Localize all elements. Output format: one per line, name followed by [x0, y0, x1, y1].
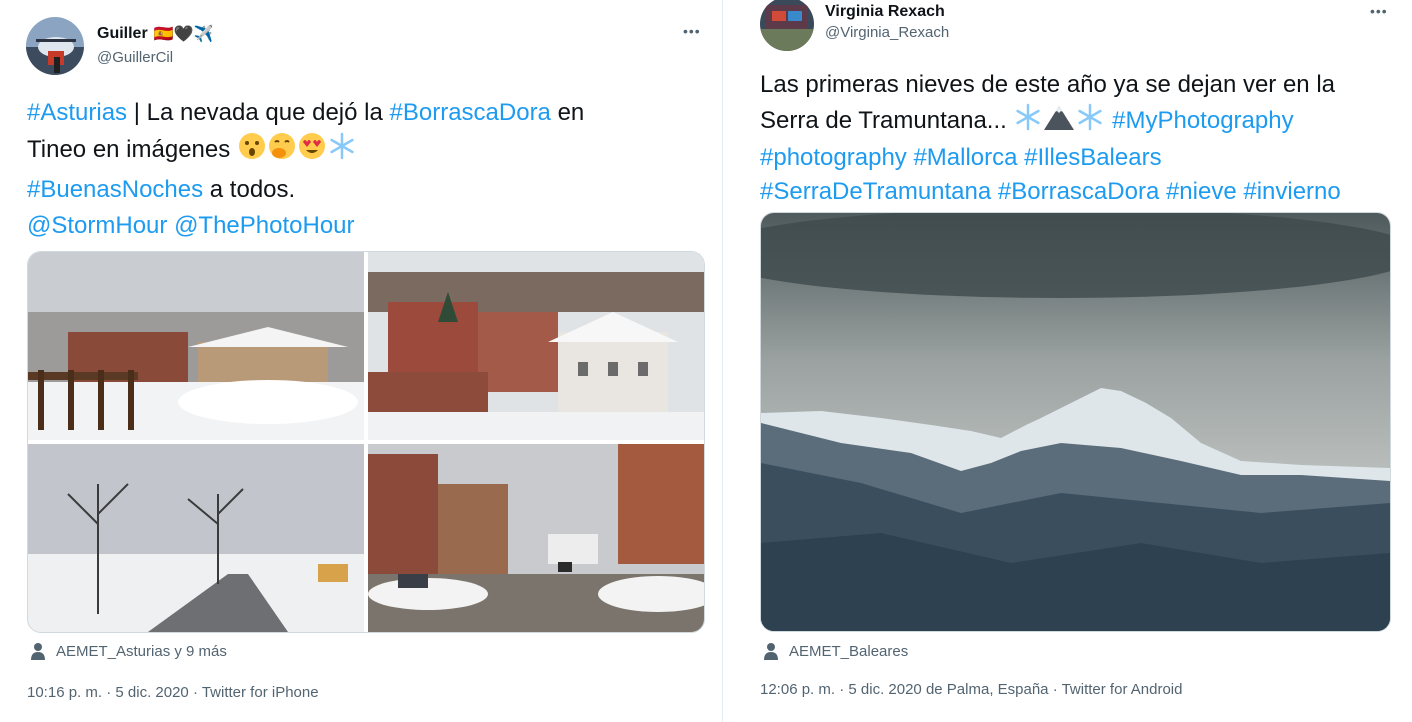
user-handle[interactable]: @Virginia_Rexach [825, 24, 949, 41]
photo-snowy-road-trees[interactable] [28, 444, 364, 632]
tweet-meta: 12:06 p. m. · 5 dic. 2020 de Palma, Espa… [760, 681, 1183, 698]
surprised-face-icon [237, 131, 267, 172]
hashtags-line-4[interactable]: #SerraDeTramuntana #BorrascaDora #nieve … [760, 175, 1405, 209]
mountain-icon [1043, 102, 1075, 142]
more-dots-icon[interactable]: ••• [683, 23, 701, 39]
tweet-date-link[interactable]: 5 dic. 2020 de Palma, España [848, 681, 1048, 698]
avatar[interactable] [26, 17, 84, 75]
photo-snowy-fence-houses[interactable] [28, 252, 364, 440]
photo-snowy-mountains[interactable] [760, 212, 1391, 632]
display-name[interactable]: Guiller 🇪🇸🖤✈️ [97, 24, 213, 44]
photo-snowy-street-cars[interactable] [368, 444, 704, 632]
heart-eyes-face-icon [297, 131, 327, 172]
mention-stormhour[interactable]: @StormHour [27, 212, 167, 239]
person-icon [30, 642, 46, 660]
user-handle[interactable]: @GuillerCil [97, 49, 173, 66]
hashtags-line-3[interactable]: #photography #Mallorca #IllesBalears [760, 141, 1405, 175]
tweet-virginia: Virginia Rexach @Virginia_Rexach ••• Las… [723, 0, 1412, 722]
tweet-source: Twitter for iPhone [201, 684, 319, 701]
tweet-source: Twitter for Android [1061, 681, 1183, 698]
tweet-time-link[interactable]: 10:16 p. m. [27, 684, 102, 701]
tagged-users[interactable]: AEMET_Asturias y 9 más [30, 642, 227, 660]
tweet-date-link[interactable]: 5 dic. 2020 [115, 684, 188, 701]
display-name[interactable]: Virginia Rexach [825, 3, 945, 21]
tweet-time-link[interactable]: 12:06 p. m. [760, 681, 835, 698]
mention-thephotohour[interactable]: @ThePhotoHour [174, 212, 354, 239]
hand-over-mouth-face-icon [267, 131, 297, 172]
snowflake-icon [1075, 102, 1105, 142]
tweet-meta: 10:16 p. m. · 5 dic. 2020 · Twitter for … [27, 684, 319, 701]
hashtag-buenasnoches[interactable]: #BuenasNoches [27, 176, 203, 203]
more-dots-icon[interactable]: ••• [1370, 3, 1388, 19]
photo-snowy-town-buildings[interactable] [368, 252, 704, 440]
avatar[interactable] [760, 0, 814, 51]
flag-heart-plane-emojis: 🇪🇸🖤✈️ [153, 26, 214, 43]
person-icon [763, 642, 779, 660]
hashtag-myphotography[interactable]: #MyPhotography [1112, 107, 1293, 134]
tweet-text: Las primeras nieves de este año ya se de… [760, 68, 1405, 208]
photo-grid [27, 251, 705, 633]
tagged-users[interactable]: AEMET_Baleares [763, 642, 908, 660]
tweet-guiller: Guiller 🇪🇸🖤✈️ @GuillerCil ••• #Asturias … [0, 0, 722, 722]
tweet-text: #Asturias | La nevada que dejó la #Borra… [27, 99, 585, 239]
snowflake-icon [327, 131, 357, 172]
hashtag-asturias[interactable]: #Asturias [27, 99, 127, 126]
snowflake-icon [1013, 102, 1043, 142]
hashtag-borrascadora[interactable]: #BorrascaDora [390, 99, 551, 126]
